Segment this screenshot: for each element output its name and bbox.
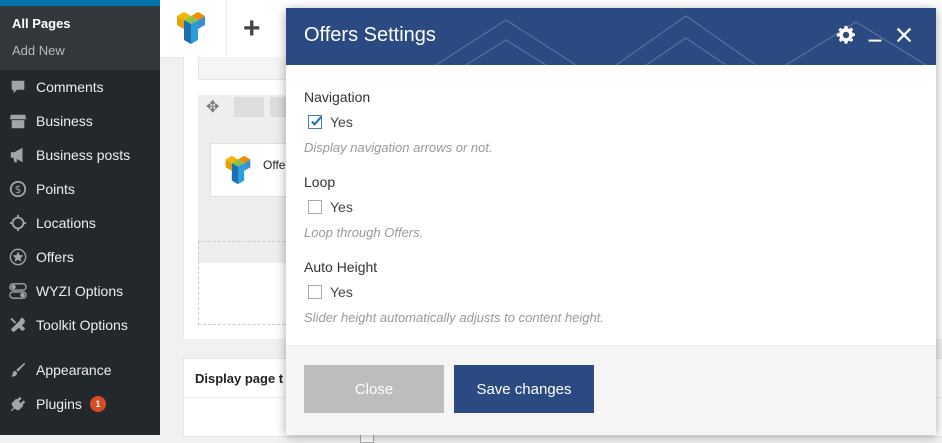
plugins-update-badge: 1	[89, 396, 106, 412]
crosshair-icon	[8, 213, 28, 233]
sidebar-item-business-posts[interactable]: Business posts	[0, 138, 160, 172]
add-element-icon[interactable]: +	[243, 14, 261, 44]
svg-text:$: $	[15, 183, 22, 196]
modal-footer: Close Save changes	[286, 345, 936, 435]
empty-drop-zone[interactable]	[198, 241, 295, 325]
sidebar-item-plugins[interactable]: Plugins 1	[0, 387, 160, 421]
element-label: Offe	[263, 158, 286, 172]
checkbox-label: Yes	[330, 114, 353, 130]
setting-title: Loop	[304, 174, 336, 190]
setting-auto-height: Auto Height Yes Slider height automatica…	[304, 259, 604, 325]
submenu-all-pages[interactable]: All Pages	[0, 10, 160, 37]
move-icon[interactable]: ✥	[206, 97, 219, 117]
tools-icon	[8, 315, 28, 335]
sidebar-item-comments[interactable]: Comments	[0, 70, 160, 104]
pages-submenu: All Pages Add New	[0, 6, 160, 70]
sidebar-item-label: Plugins	[36, 396, 82, 412]
navigation-checkbox[interactable]	[308, 115, 322, 129]
close-button[interactable]: Close	[304, 365, 444, 413]
sidebar-item-toolkit-options[interactable]: Toolkit Options	[0, 308, 160, 342]
builder-logo-icon[interactable]	[174, 10, 208, 46]
modal-header[interactable]: Offers Settings	[286, 8, 936, 65]
sidebar-item-business[interactable]: Business	[0, 104, 160, 138]
toggle-icon	[8, 281, 28, 301]
loop-option[interactable]: Yes	[308, 199, 423, 215]
auto-height-checkbox[interactable]	[308, 285, 322, 299]
setting-loop: Loop Yes Loop through Offers.	[304, 174, 423, 240]
dollar-icon: $	[8, 179, 28, 199]
sidebar-item-label: Toolkit Options	[36, 317, 128, 333]
close-icon[interactable]	[893, 24, 915, 46]
checkbox-label: Yes	[330, 284, 353, 300]
modal-title: Offers Settings	[304, 24, 436, 46]
toolbar-divider	[226, 0, 227, 57]
sidebar-item-locations[interactable]: Locations	[0, 206, 160, 240]
minimize-icon[interactable]	[864, 24, 886, 46]
setting-description: Loop through Offers.	[304, 225, 424, 240]
row-block: ✥ Offe	[198, 95, 299, 263]
sidebar-item-offers[interactable]: Offers	[0, 240, 160, 274]
checkbox-label: Yes	[330, 199, 353, 215]
sidebar-menu: Comments Business Business posts $ Point…	[0, 70, 160, 421]
sidebar-item-label: Appearance	[36, 362, 112, 378]
sidebar-item-label: Offers	[36, 249, 74, 265]
checkmark-icon	[311, 116, 322, 126]
settings-gear-icon[interactable]	[835, 24, 857, 46]
modal-body: Navigation Yes Display navigation arrows…	[286, 65, 936, 345]
plugin-icon	[8, 394, 28, 414]
navigation-option[interactable]: Yes	[308, 114, 493, 130]
loop-checkbox[interactable]	[308, 200, 322, 214]
sidebar-item-label: WYZI Options	[36, 283, 124, 299]
element-logo-icon	[223, 154, 253, 191]
setting-navigation: Navigation Yes Display navigation arrows…	[304, 89, 493, 155]
sidebar-item-wyzi-options[interactable]: WYZI Options	[0, 274, 160, 308]
star-icon	[8, 247, 28, 267]
auto-height-option[interactable]: Yes	[308, 284, 604, 300]
brush-icon	[8, 360, 28, 380]
admin-sidebar: All Pages Add New Comments Business Busi…	[0, 0, 160, 435]
save-changes-button[interactable]: Save changes	[454, 365, 594, 413]
column-layout-icon[interactable]	[234, 97, 264, 117]
submenu-add-new[interactable]: Add New	[0, 37, 160, 64]
setting-description: Slider height automatically adjusts to c…	[304, 310, 604, 325]
megaphone-icon	[8, 145, 28, 165]
store-icon	[8, 111, 28, 131]
sidebar-item-points[interactable]: $ Points	[0, 172, 160, 206]
comment-icon	[8, 77, 28, 97]
sidebar-item-label: Locations	[36, 215, 96, 231]
offers-settings-modal: Offers Settings Navigation Yes Display n…	[286, 8, 936, 435]
setting-description: Display navigation arrows or not.	[304, 140, 493, 155]
sidebar-item-label: Comments	[36, 79, 104, 95]
display-settings-title: Display page t	[195, 371, 284, 386]
sidebar-item-label: Points	[36, 181, 75, 197]
row-container	[198, 57, 300, 80]
setting-title: Auto Height	[304, 259, 378, 275]
setting-title: Navigation	[304, 89, 371, 105]
sidebar-item-label: Business	[36, 113, 93, 129]
sidebar-item-appearance[interactable]: Appearance	[0, 353, 160, 387]
sidebar-item-label: Business posts	[36, 147, 131, 163]
